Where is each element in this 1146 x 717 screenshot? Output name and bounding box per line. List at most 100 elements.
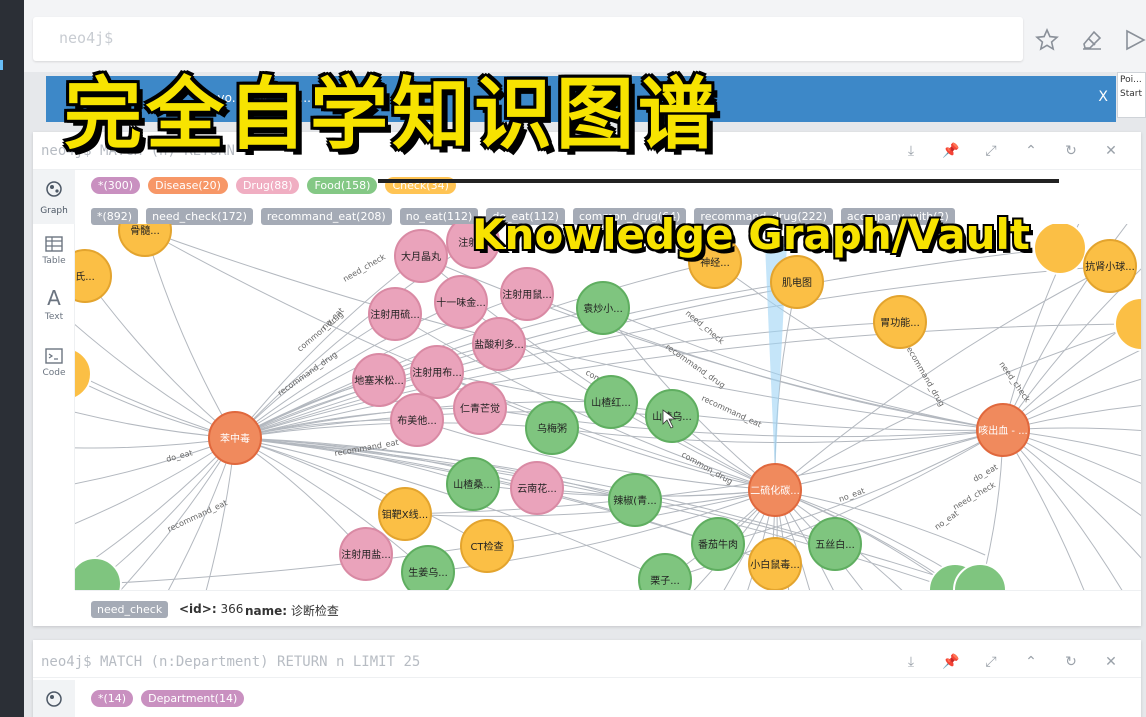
graph-node[interactable]: 氏... bbox=[75, 249, 112, 303]
download-icon[interactable]: ⤓ bbox=[891, 651, 931, 673]
close-icon[interactable]: ✕ bbox=[1091, 140, 1131, 162]
graph-node[interactable]: 钼靶X线... bbox=[378, 487, 432, 541]
graph-edge[interactable] bbox=[1002, 271, 1141, 431]
close-icon[interactable]: ✕ bbox=[1091, 651, 1131, 673]
graph-svg[interactable]: recommand_drugcommon_drugno_eatdo_eatrec… bbox=[75, 224, 1141, 590]
rel-type-tag[interactable]: *(892) bbox=[91, 208, 139, 225]
graph-node[interactable]: 乌梅粥 bbox=[525, 401, 579, 455]
video-subtitle-overlay: Knowledge Graph/Vault bbox=[472, 210, 1030, 259]
collapse-icon[interactable]: ⌃ bbox=[1011, 651, 1051, 673]
graph-node[interactable]: 苯中毒 bbox=[208, 411, 262, 465]
graph-edge[interactable] bbox=[131, 437, 236, 590]
graph-node[interactable]: 注射用盐... bbox=[339, 527, 393, 581]
graph-node[interactable] bbox=[75, 348, 92, 400]
graph-node-label: 抗肾小球... bbox=[1085, 260, 1135, 273]
graph-node[interactable] bbox=[1033, 224, 1087, 275]
status-name-key: name: bbox=[245, 604, 288, 618]
graph-node-label: 五丝白... bbox=[815, 538, 855, 551]
download-icon[interactable]: ⤓ bbox=[891, 140, 931, 162]
graph-node[interactable]: 栗子... bbox=[638, 553, 692, 590]
tab-text[interactable]: A Text bbox=[33, 280, 75, 334]
eraser-icon[interactable] bbox=[1080, 28, 1104, 56]
run-play-icon[interactable] bbox=[1124, 28, 1146, 56]
graph-node-label: 大月晶丸 bbox=[401, 250, 441, 263]
fullscreen-icon[interactable]: ⤢ bbox=[971, 140, 1011, 162]
graph-node[interactable]: 小白鼠毒... bbox=[748, 537, 802, 590]
frame2-node-label-row: *(14) Department(14) bbox=[91, 690, 252, 708]
node-label-pill[interactable]: Disease(20) bbox=[148, 177, 228, 194]
pin-icon[interactable]: 📌 bbox=[931, 140, 971, 162]
graph-node[interactable]: 十一味金... bbox=[434, 275, 488, 329]
graph-node-label: 注射用盐... bbox=[341, 548, 391, 561]
graph-node-label: 骨髓... bbox=[130, 224, 160, 237]
graph-node[interactable]: 胃功能... bbox=[873, 295, 927, 349]
frame2-query[interactable]: neo4j$ MATCH (n:Department) RETURN n LIM… bbox=[41, 654, 420, 670]
node-label-pill[interactable]: *(14) bbox=[91, 690, 134, 707]
graph-node[interactable]: CT检查 bbox=[460, 519, 514, 573]
graph-node[interactable]: 注射用布... bbox=[410, 345, 464, 399]
node-label-pill[interactable]: Food(158) bbox=[307, 177, 378, 194]
pin-icon[interactable]: 📌 bbox=[931, 651, 971, 673]
code-icon bbox=[45, 348, 63, 364]
graph-node[interactable]: 山楂红... bbox=[584, 375, 638, 429]
edge-label: recommand_eat bbox=[166, 498, 229, 534]
tab-graph-2[interactable] bbox=[33, 680, 75, 717]
graph-edge[interactable] bbox=[144, 229, 236, 439]
graph-node[interactable]: 盐酸利多... bbox=[472, 317, 526, 371]
graph-node[interactable]: 袁炒小... bbox=[576, 281, 630, 335]
graph-edge[interactable] bbox=[75, 437, 236, 545]
graph-edge[interactable] bbox=[774, 489, 956, 590]
active-indicator bbox=[0, 60, 3, 70]
frame-actions: ⤓ 📌 ⤢ ⌃ ↻ ✕ bbox=[891, 140, 1131, 162]
tab-code[interactable]: Code bbox=[33, 338, 75, 392]
graph-node-label: 布美他... bbox=[397, 414, 437, 427]
graph-node[interactable]: 辣椒(青... bbox=[608, 473, 662, 527]
graph-node[interactable]: 番茄牛肉 bbox=[691, 517, 745, 571]
graph-node[interactable]: 骨髓... bbox=[118, 224, 172, 257]
table-icon bbox=[45, 236, 63, 252]
collapse-icon[interactable]: ⌃ bbox=[1011, 140, 1051, 162]
graph-node[interactable]: 山楂乌... bbox=[645, 389, 699, 443]
graph-node[interactable]: 布美他... bbox=[390, 393, 444, 447]
rel-type-tag[interactable]: no_eat(112) bbox=[399, 208, 479, 225]
node-label-pill[interactable]: Department(14) bbox=[141, 690, 245, 707]
tab-table[interactable]: Table bbox=[33, 226, 75, 280]
graph-node[interactable]: 地塞米松... bbox=[352, 353, 406, 407]
graph-node[interactable] bbox=[1114, 297, 1141, 351]
graph-node[interactable]: 咳出血 - ... bbox=[976, 403, 1030, 457]
edge-label: recommand_eat bbox=[700, 394, 763, 430]
rel-type-tag[interactable]: need_check(172) bbox=[146, 208, 253, 225]
graph-node[interactable]: 二硫化碳... bbox=[748, 463, 802, 517]
graph-node[interactable]: 仁青芒觉 bbox=[453, 381, 507, 435]
favorite-star-icon[interactable] bbox=[1035, 28, 1059, 56]
graph-edge[interactable] bbox=[84, 275, 236, 439]
node-label-pill[interactable]: Drug(88) bbox=[235, 177, 300, 194]
edge-label: need_check bbox=[342, 252, 388, 284]
fullscreen-icon[interactable]: ⤢ bbox=[971, 651, 1011, 673]
status-name-value: 诊断检查 bbox=[290, 604, 339, 618]
graph-node[interactable]: 山楂桑... bbox=[446, 457, 500, 511]
banner-close-button[interactable]: X bbox=[1098, 89, 1108, 105]
graph-node[interactable]: 抗肾小球... bbox=[1083, 239, 1137, 293]
tab-graph[interactable]: Graph bbox=[33, 170, 75, 224]
graph-edge[interactable] bbox=[714, 261, 1004, 431]
rel-type-tag[interactable]: recommand_eat(208) bbox=[260, 208, 392, 225]
graph-node-label: 二硫化碳... bbox=[750, 484, 800, 497]
graph-node[interactable]: 生姜乌... bbox=[401, 545, 455, 590]
graph-node[interactable]: 大月晶丸 bbox=[394, 229, 448, 283]
graph-node[interactable] bbox=[75, 557, 122, 590]
side-tip-line2[interactable]: Start bbox=[1118, 87, 1145, 101]
rerun-icon[interactable]: ↻ bbox=[1051, 651, 1091, 673]
graph-node[interactable]: 注射用硫... bbox=[368, 287, 422, 341]
graph-node[interactable]: 云南花... bbox=[510, 461, 564, 515]
graph-node[interactable]: 五丝白... bbox=[808, 517, 862, 571]
node-label-pill[interactable]: *(300) bbox=[91, 177, 141, 194]
graph-node-label: 注射用鼠... bbox=[502, 288, 552, 301]
graph-node[interactable]: 肌电图 bbox=[770, 255, 824, 309]
edge-label: do_eat bbox=[972, 462, 1000, 483]
graph-edge[interactable] bbox=[1002, 429, 1141, 577]
result-frame: neo4j$ MATCH (n) RETURN n ⤓ 📌 ⤢ ⌃ ↻ ✕ Gr… bbox=[33, 132, 1141, 626]
rerun-icon[interactable]: ↻ bbox=[1051, 140, 1091, 162]
graph-node[interactable]: 注射用鼠... bbox=[500, 267, 554, 321]
graph-canvas[interactable]: recommand_drug common_drug no_eat do_eat rec… bbox=[75, 224, 1141, 590]
